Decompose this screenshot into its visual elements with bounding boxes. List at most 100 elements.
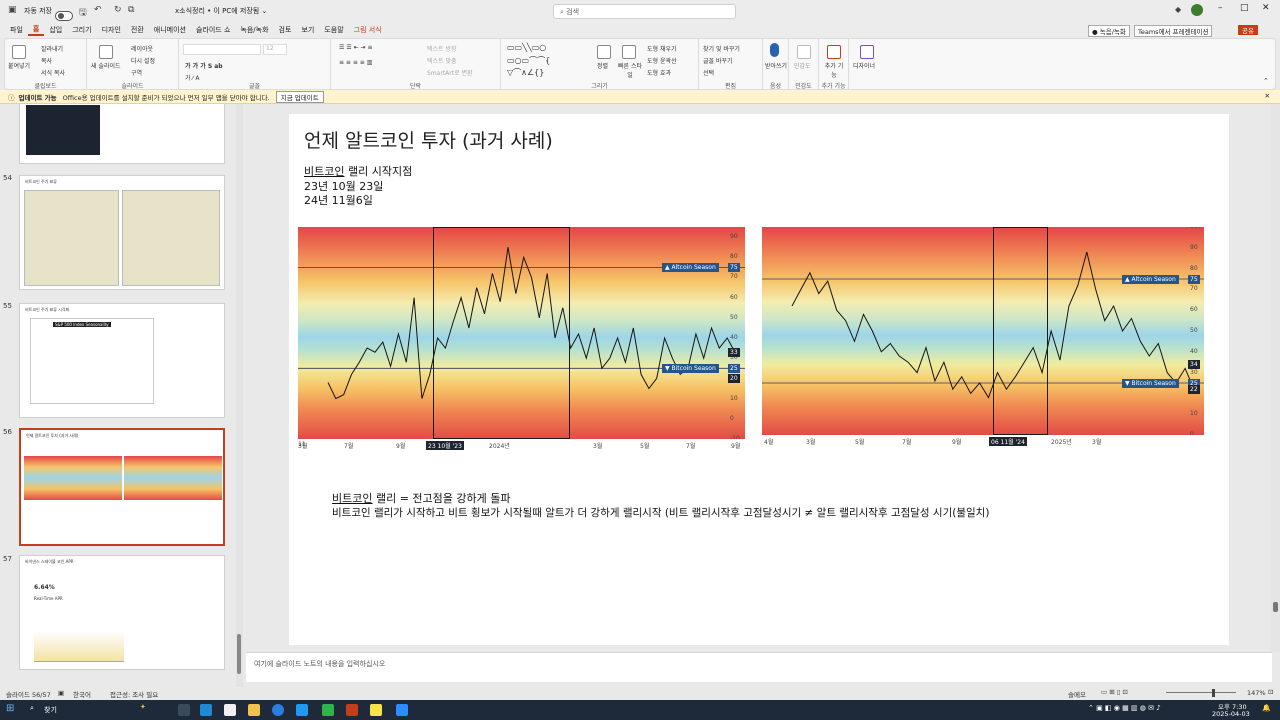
tab-view[interactable]: 보기 xyxy=(296,25,319,35)
slide-thumbnail-56[interactable]: 언제 알트코인 투자 (과거 사례) xyxy=(19,428,225,546)
altcoin-season-chart-2[interactable]: 1009080706050403020100▲ Altcoin Season75… xyxy=(762,227,1224,452)
thumbnail-scrollbar[interactable] xyxy=(236,104,243,687)
arrange-button[interactable]: 정렬 xyxy=(597,61,608,70)
notes-pane[interactable]: 여기에 슬라이드 노트의 내용을 입력하십시오 xyxy=(246,652,1272,682)
maximize-icon[interactable]: □ xyxy=(1240,3,1249,13)
layout-button[interactable]: 레이아웃 xyxy=(131,44,153,53)
format-painter-button[interactable]: 서식 복사 xyxy=(41,68,65,77)
tab-design[interactable]: 디자인 xyxy=(97,25,126,35)
thumbnail-scroll-thumb[interactable] xyxy=(237,634,241,674)
minimize-icon[interactable]: – xyxy=(1218,3,1223,13)
kakaotalk-icon[interactable] xyxy=(370,704,382,716)
chrome-icon[interactable] xyxy=(272,704,284,716)
file-explorer-icon[interactable] xyxy=(248,704,260,716)
font-name-select[interactable] xyxy=(183,44,261,55)
taskbar-search-label[interactable]: 찾기 xyxy=(44,705,57,715)
edge-icon[interactable] xyxy=(200,704,212,716)
share-button[interactable]: 공유 xyxy=(1238,25,1258,35)
taskbar-search-icon[interactable]: ⌕ xyxy=(30,704,34,713)
fit-to-window-icon[interactable]: ⊡ xyxy=(1268,688,1273,696)
notification-icon[interactable]: 🔔 xyxy=(1262,704,1271,712)
tray-chevron-icon[interactable]: ⌃ ▣ ◧ ◉ ▦ ▥ ◍ ✉ ♪ xyxy=(1088,704,1161,712)
slide-thumbnail-53[interactable] xyxy=(19,104,225,164)
bullets-icon[interactable]: ☰ ☰ ⇤ ⇥ ≡ xyxy=(339,44,372,51)
subtitle-line-3[interactable]: 24년 11월6일 xyxy=(304,192,373,208)
store-icon[interactable] xyxy=(224,704,236,716)
notes-toggle-button[interactable]: 슬메모 xyxy=(1068,689,1086,699)
arrange-icon[interactable] xyxy=(597,45,611,59)
normal-view-icon[interactable]: ▭ ⊞ ▯ ⊡ xyxy=(1101,688,1128,696)
spellcheck-icon[interactable]: ▣ xyxy=(58,689,64,697)
align-text-button[interactable]: 텍스트 맞춤 xyxy=(427,56,457,65)
close-icon[interactable]: ✕ xyxy=(1262,3,1270,13)
reset-button[interactable]: 다시 설정 xyxy=(131,56,155,65)
diamond-icon[interactable]: ◆ xyxy=(1175,5,1181,14)
tab-animations[interactable]: 애니메이션 xyxy=(149,25,191,35)
shapes-gallery-row3-icon[interactable]: ▽⌒∧∠{} xyxy=(507,67,544,78)
section-button[interactable]: 구역 xyxy=(131,68,142,77)
record-button[interactable]: ● 녹음/녹화 xyxy=(1088,25,1130,37)
editor-scrollbar[interactable] xyxy=(1271,104,1280,652)
search-box[interactable]: ⌕ 검색 xyxy=(553,4,736,19)
altcoin-season-chart-1[interactable]: 9080706050403020100-10▲ Altcoin Season75… xyxy=(298,227,760,452)
shape-outline-button[interactable]: 도형 윤곽선 xyxy=(647,56,677,65)
addins-button[interactable]: 추가 기능 xyxy=(823,61,845,79)
subtitle-line-1[interactable]: 비트코인 랠리 시작지점 xyxy=(304,163,412,179)
zoom-slider-thumb[interactable] xyxy=(1212,689,1215,697)
slide-thumbnail-55[interactable]: 비트코인 주기 표류 시각화 S&P 500 Index Seasonality xyxy=(19,303,225,418)
slide-thumbnail-57[interactable]: 바이낸스 스테이블 코인 APR 6.64% Real-Time APR xyxy=(19,555,225,670)
shape-effects-button[interactable]: 도형 효과 xyxy=(647,68,671,77)
windows-start-icon[interactable]: ⊞ xyxy=(6,703,14,714)
collapse-ribbon-icon[interactable]: ⌃ xyxy=(1263,77,1269,85)
bottom-line-1[interactable]: 비트코인 랠리 = 전고점을 강하게 돌파 xyxy=(332,490,511,506)
teams-present-button[interactable]: Teams에서 프레젠테이션 xyxy=(1134,25,1213,37)
tab-review[interactable]: 검토 xyxy=(274,25,297,35)
tab-slideshow[interactable]: 슬라이드 쇼 xyxy=(191,25,235,35)
document-title[interactable]: x소식정리 • 이 PC에 저장됨 ⌄ xyxy=(175,6,267,16)
bottom-line-2[interactable]: 비트코인 랠리가 시작하고 비트 횡보가 시작될때 알트가 더 강하게 랠리시작… xyxy=(332,505,989,520)
shapes-gallery-icon[interactable]: ▭▭╲╲▭○ xyxy=(507,43,546,52)
slide-thumbnail-54[interactable]: 비트코인 주기 표류 xyxy=(19,175,225,290)
align-icon[interactable]: ≡ ≡ ≡ ≡ ▥ xyxy=(339,59,372,66)
microphone-icon[interactable] xyxy=(770,43,779,57)
editor-scroll-thumb[interactable] xyxy=(1273,602,1278,612)
copilot-icon[interactable]: ✦ xyxy=(140,703,146,711)
sensitivity-button[interactable]: 민감도 xyxy=(794,61,811,70)
autosave-toggle[interactable] xyxy=(55,11,73,21)
select-button[interactable]: 선택 xyxy=(703,68,714,77)
paste-icon[interactable] xyxy=(12,45,26,59)
save-icon[interactable]: 🖫 xyxy=(79,5,87,21)
sensitivity-icon[interactable] xyxy=(797,45,811,59)
tab-draw[interactable]: 그리기 xyxy=(67,25,96,35)
tab-help[interactable]: 도움말 xyxy=(319,25,348,35)
slide-title[interactable]: 언제 알트코인 투자 (과거 사례) xyxy=(304,126,553,153)
language-status[interactable]: 한국어 xyxy=(73,689,91,699)
tab-insert[interactable]: 삽입 xyxy=(44,25,67,35)
task-view-icon[interactable] xyxy=(178,704,190,716)
present-icon[interactable]: ⧉ xyxy=(128,5,134,15)
quick-styles-button[interactable]: 빠른 스타일 xyxy=(616,61,644,79)
redo-icon[interactable]: ↻ xyxy=(114,5,122,15)
tab-picture-format[interactable]: 그림 서식 xyxy=(349,25,387,35)
accessibility-status[interactable]: 접근성: 조사 필요 xyxy=(110,689,158,699)
tab-file[interactable]: 파일 xyxy=(5,25,28,35)
find-button[interactable]: 찾기 및 바꾸기 xyxy=(703,44,740,53)
shape-fill-button[interactable]: 도형 채우기 xyxy=(647,44,677,53)
new-slide-button[interactable]: 새 슬라이드 xyxy=(91,61,121,70)
update-now-button[interactable]: 지금 업데이트 xyxy=(275,90,324,103)
powerpoint-icon[interactable] xyxy=(346,704,358,716)
copy-button[interactable]: 복사 xyxy=(41,56,52,65)
quick-styles-icon[interactable] xyxy=(622,45,636,59)
replace-font-button[interactable]: 글꼴 바꾸기 xyxy=(703,56,733,65)
zoom-level[interactable]: 147% xyxy=(1247,689,1266,697)
zoom-slider[interactable] xyxy=(1166,692,1236,693)
bold-icon[interactable]: 가 가 가 S ab xyxy=(185,61,223,70)
slide-canvas[interactable]: 언제 알트코인 투자 (과거 사례) 비트코인 랠리 시작지점 23년 10월 … xyxy=(289,114,1229,645)
addins-icon[interactable] xyxy=(827,45,841,59)
tab-transitions[interactable]: 전환 xyxy=(126,25,149,35)
avatar[interactable] xyxy=(1191,4,1203,16)
cut-button[interactable]: 잘라내기 xyxy=(41,44,63,53)
dictate-button[interactable]: 받아쓰기 xyxy=(765,61,787,70)
smartart-button[interactable]: SmartArt로 변환 xyxy=(427,68,473,77)
tab-record[interactable]: 녹음/녹화 xyxy=(235,25,273,35)
